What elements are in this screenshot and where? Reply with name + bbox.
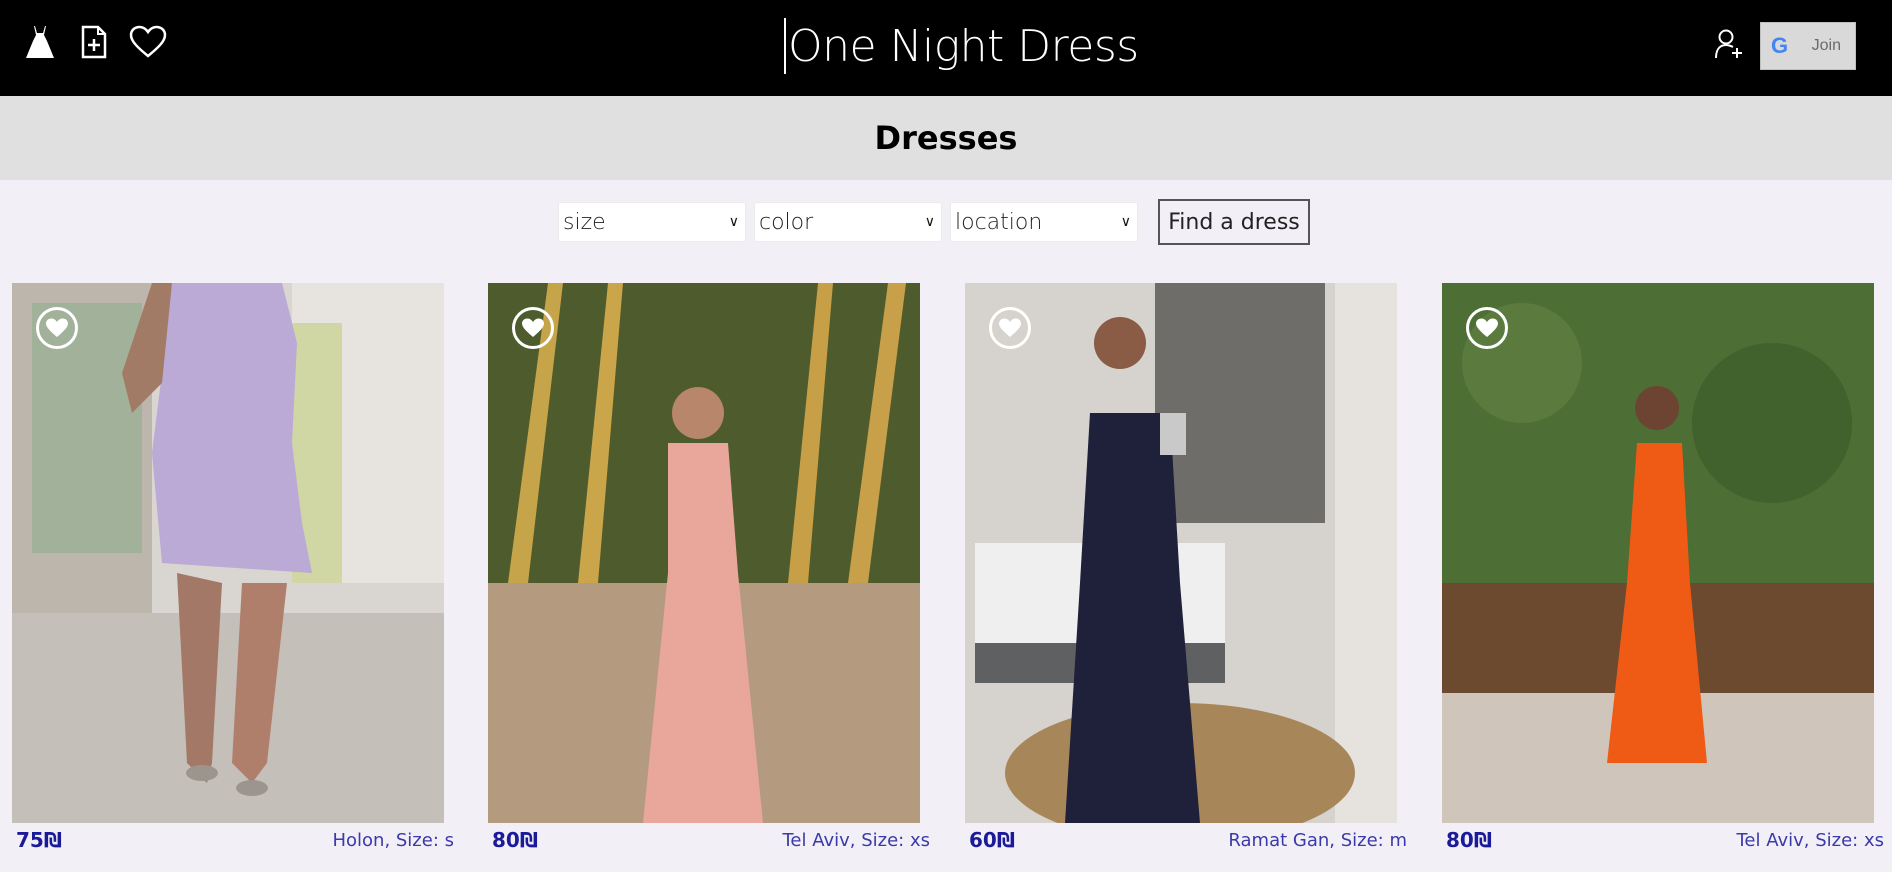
color-select-value: color — [759, 209, 814, 235]
top-bar: One Night Dress G Join — [0, 0, 1892, 96]
favorite-heart-icon[interactable] — [989, 307, 1031, 349]
dress-image — [965, 283, 1397, 823]
dress-image — [12, 283, 444, 823]
dress-price: 75₪ — [16, 828, 62, 852]
favorite-heart-icon[interactable] — [1466, 307, 1508, 349]
page-title: Dresses — [874, 119, 1018, 157]
dress-location-size: Tel Aviv, Size: xs — [1736, 829, 1884, 851]
dress-price: 80₪ — [1446, 828, 1492, 852]
dress-image — [1442, 283, 1874, 823]
dress-location-size: Tel Aviv, Size: xs — [782, 829, 930, 851]
section-header: Dresses — [0, 96, 1892, 180]
dress-location-size: Ramat Gan, Size: m — [1228, 829, 1407, 851]
dress-photo[interactable] — [12, 283, 444, 823]
chevron-down-icon: ∨ — [1120, 214, 1131, 230]
dress-price: 80₪ — [492, 828, 538, 852]
add-user-icon[interactable] — [1714, 28, 1744, 64]
location-select[interactable]: location ∨ — [950, 202, 1138, 242]
site-title: One Night Dress — [788, 20, 1139, 72]
dress-photo[interactable] — [488, 283, 920, 823]
dress-meta: 80₪ Tel Aviv, Size: xs — [1446, 828, 1884, 852]
size-select-value: size — [563, 209, 606, 235]
join-google-button[interactable]: G Join — [1760, 22, 1856, 70]
dress-photo[interactable] — [1442, 283, 1874, 823]
dress-card[interactable]: 80₪ Tel Aviv, Size: xs — [1442, 283, 1884, 852]
dress-card[interactable]: 60₪ Ramat Gan, Size: m — [965, 283, 1407, 852]
dress-card[interactable]: 80₪ Tel Aviv, Size: xs — [488, 283, 930, 852]
dress-icon[interactable] — [20, 22, 60, 62]
text-caret — [784, 18, 786, 74]
dress-meta: 75₪ Holon, Size: s — [16, 828, 454, 852]
color-select[interactable]: color ∨ — [754, 202, 942, 242]
size-select[interactable]: size ∨ — [558, 202, 746, 242]
google-icon: G — [1771, 33, 1789, 58]
favorite-heart-icon[interactable] — [512, 307, 554, 349]
favorite-heart-icon[interactable] — [36, 307, 78, 349]
left-nav-icons — [20, 22, 168, 62]
dress-grid: 75₪ Holon, Size: s 80₪ Tel Aviv, Size: x… — [12, 283, 1884, 872]
add-document-icon[interactable] — [74, 22, 114, 62]
dress-location-size: Holon, Size: s — [332, 829, 454, 851]
dress-meta: 80₪ Tel Aviv, Size: xs — [492, 828, 930, 852]
dress-price: 60₪ — [969, 828, 1015, 852]
chevron-down-icon: ∨ — [728, 214, 739, 230]
location-select-value: location — [955, 209, 1043, 235]
join-label: Join — [1811, 37, 1841, 54]
filter-bar: size ∨ color ∨ location ∨ Find a dress — [558, 199, 1310, 245]
account-tools: G Join — [1714, 22, 1856, 70]
heart-icon[interactable] — [128, 22, 168, 62]
dress-card[interactable]: 75₪ Holon, Size: s — [12, 283, 454, 852]
chevron-down-icon: ∨ — [924, 214, 935, 230]
dress-image — [488, 283, 920, 823]
find-dress-button[interactable]: Find a dress — [1158, 199, 1310, 245]
dress-meta: 60₪ Ramat Gan, Size: m — [969, 828, 1407, 852]
brand-logo[interactable]: One Night Dress — [784, 16, 1139, 76]
dress-photo[interactable] — [965, 283, 1397, 823]
